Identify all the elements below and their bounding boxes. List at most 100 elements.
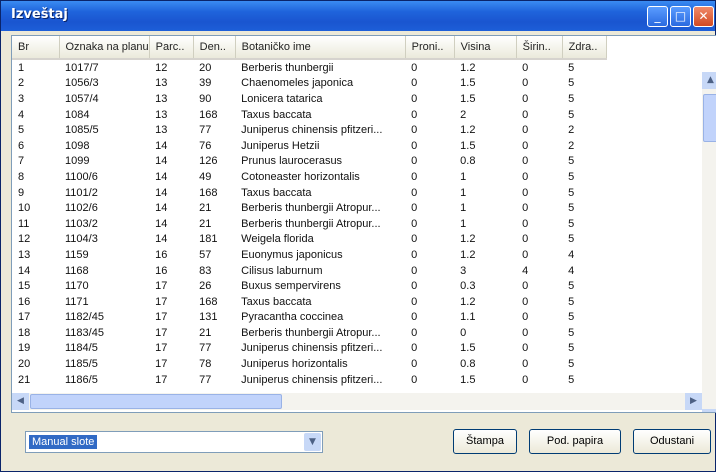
cell-br: 6	[18, 139, 25, 152]
table-row[interactable]: 6 1098 14 76 Juniperus Hetzii 0 1.5 0 2	[12, 138, 606, 154]
cell-br: 17	[18, 311, 31, 324]
cell-sirina: 0	[522, 233, 529, 246]
cell-den: 77	[199, 124, 212, 137]
table-row[interactable]: 19 1184/5 17 77 Juniperus chinensis pfitzeri…	[12, 341, 606, 357]
table-row[interactable]: 18 1183/45 17 21 Berberis thunbergii Atropur…	[12, 325, 606, 341]
vertical-scrollbar[interactable]: ▲ ▼	[702, 72, 716, 412]
chevron-down-icon[interactable]: ▼	[304, 433, 321, 451]
table-row[interactable]: 21 1186/5 17 77 Juniperus chinensis pfitzeri…	[12, 372, 606, 388]
column-header-parcela[interactable]: Parc..	[149, 36, 194, 60]
table-row[interactable]: 5 1085/5 13 77 Juniperus chinensis pfitzeri.…	[12, 122, 606, 138]
cell-botanicko-ime: Euonymus japonicus	[241, 248, 343, 261]
cell-sirina: 0	[522, 280, 529, 293]
cell-den: 21	[199, 202, 212, 215]
cell-visina: 0	[460, 326, 467, 339]
table-row[interactable]: 9 1101/2 14 168 Taxus baccata 0 1 0 5	[12, 185, 606, 201]
cell-zdravlje: 4	[568, 264, 575, 277]
cell-oznaka: 1102/6	[65, 202, 98, 215]
table-row[interactable]: 13 1159 16 57 Euonymus japonicus 0 1.2 0 4	[12, 247, 606, 263]
table-row[interactable]: 10 1102/6 14 21 Berberis thunbergii Atropur.…	[12, 200, 606, 216]
cell-zdravlje: 5	[568, 108, 575, 121]
report-type-select[interactable]: Manual slote ▼	[25, 431, 323, 453]
cell-visina: 3	[460, 264, 467, 277]
cell-den: 131	[199, 311, 218, 324]
cell-botanicko-ime: Chaenomeles japonica	[241, 77, 354, 90]
cell-den: 77	[199, 342, 212, 355]
column-header-oznaka[interactable]: Oznaka na planu	[59, 36, 150, 60]
table-row[interactable]: 8 1100/6 14 49 Cotoneaster horizontalis 0 1 0 5	[12, 169, 606, 185]
column-header-zdravlje[interactable]: Zdra..	[562, 36, 607, 60]
title-bar[interactable]: Izveštaj _ □ ✕	[1, 1, 715, 31]
cell-zdravlje: 5	[568, 61, 575, 74]
cell-den: 57	[199, 248, 212, 261]
cell-visina: 1.2	[460, 124, 476, 137]
column-header-botanicko-ime[interactable]: Botaničko ime	[235, 36, 406, 60]
table-row[interactable]: 17 1182/45 17 131 Pyracantha coccinea 0 1.1 0 5	[12, 310, 606, 326]
cell-parcela: 17	[155, 373, 168, 386]
cell-visina: 1.5	[460, 92, 476, 105]
cell-sirina: 0	[522, 358, 529, 371]
report-type-value: Manual slote	[29, 435, 98, 449]
column-header-den[interactable]: Den..	[193, 36, 236, 60]
cell-sirina: 0	[522, 170, 529, 183]
cell-sirina: 0	[522, 342, 529, 355]
table-row[interactable]: 11 1103/2 14 21 Berberis thunbergii Atropur.…	[12, 216, 606, 232]
cancel-button[interactable]: Odustani	[633, 429, 711, 454]
print-button[interactable]: Štampa	[453, 429, 517, 454]
table-row[interactable]: 3 1057/4 13 90 Lonicera tatarica 0 1.5 0 5	[12, 91, 606, 107]
column-header-sirina[interactable]: Širin..	[516, 36, 563, 60]
page-setup-button[interactable]: Pod. papira	[529, 429, 621, 454]
cell-zdravlje: 4	[568, 248, 575, 261]
cell-sirina: 0	[522, 373, 529, 386]
table-row[interactable]: 12 1104/3 14 181 Weigela florida 0 1.2 0 5	[12, 232, 606, 248]
cell-oznaka: 1056/3	[65, 77, 99, 90]
cell-botanicko-ime: Berberis thunbergii	[241, 61, 334, 74]
scroll-up-icon[interactable]: ▲	[702, 72, 716, 89]
cell-proni: 0	[411, 233, 418, 246]
cell-br: 5	[18, 124, 25, 137]
horizontal-scrollbar[interactable]: ◀ ▶	[12, 393, 702, 410]
cell-visina: 1	[460, 202, 467, 215]
column-header-br[interactable]: Br	[12, 36, 60, 60]
table-row[interactable]: 1 1017/7 12 20 Berberis thunbergii 0 1.2 0 5	[12, 59, 606, 76]
table-row[interactable]: 7 1099 14 126 Prunus laurocerasus 0 0.8 0 5	[12, 154, 606, 170]
cell-proni: 0	[411, 280, 418, 293]
table-row[interactable]: 4 1084 13 168 Taxus baccata 0 2 0 5	[12, 107, 606, 123]
cell-proni: 0	[411, 139, 418, 152]
horizontal-scroll-thumb[interactable]	[30, 394, 282, 409]
cell-oznaka: 1182/45	[65, 311, 104, 324]
cell-br: 15	[18, 280, 31, 293]
cell-botanicko-ime: Pyracantha coccinea	[241, 311, 344, 324]
scroll-right-icon[interactable]: ▶	[685, 393, 702, 410]
cell-visina: 0.8	[460, 155, 476, 168]
scroll-down-icon[interactable]: ▼	[702, 409, 716, 412]
cell-botanicko-ime: Taxus baccata	[241, 295, 312, 308]
cell-sirina: 0	[522, 155, 529, 168]
table-row[interactable]: 16 1171 17 168 Taxus baccata 0 1.2 0 5	[12, 294, 606, 310]
maximize-button[interactable]: □	[670, 6, 691, 27]
cell-den: 90	[199, 92, 212, 105]
cell-den: 77	[199, 373, 212, 386]
column-header-visina[interactable]: Visina	[454, 36, 517, 60]
cell-br: 13	[18, 248, 31, 261]
cell-visina: 1	[460, 186, 467, 199]
cell-oznaka: 1100/6	[65, 170, 98, 183]
table-row[interactable]: 15 1170 17 26 Buxus sempervirens 0 0.3 0 5	[12, 278, 606, 294]
scroll-left-icon[interactable]: ◀	[12, 393, 29, 410]
cell-br: 1	[18, 61, 25, 74]
cell-proni: 0	[411, 326, 418, 339]
cell-parcela: 14	[155, 139, 168, 152]
table-row[interactable]: 20 1185/5 17 78 Juniperus horizontalis 0 0.8 0 5	[12, 356, 606, 372]
table-row[interactable]: 14 1168 16 83 Cilisus laburnum 0 3 4 4	[12, 263, 606, 279]
cell-proni: 0	[411, 155, 418, 168]
column-header-proni[interactable]: Proni..	[405, 36, 455, 60]
cell-parcela: 14	[155, 233, 168, 246]
cell-visina: 1.5	[460, 373, 476, 386]
minimize-button[interactable]: _	[647, 6, 668, 27]
window-title: Izveštaj	[11, 7, 68, 22]
table-row[interactable]: 2 1056/3 13 39 Chaenomeles japonica 0 1.5 0 5	[12, 76, 606, 92]
cell-zdravlje: 5	[568, 202, 575, 215]
vertical-scroll-thumb[interactable]	[703, 94, 716, 142]
cell-visina: 1.5	[460, 139, 476, 152]
close-button[interactable]: ✕	[693, 6, 714, 27]
